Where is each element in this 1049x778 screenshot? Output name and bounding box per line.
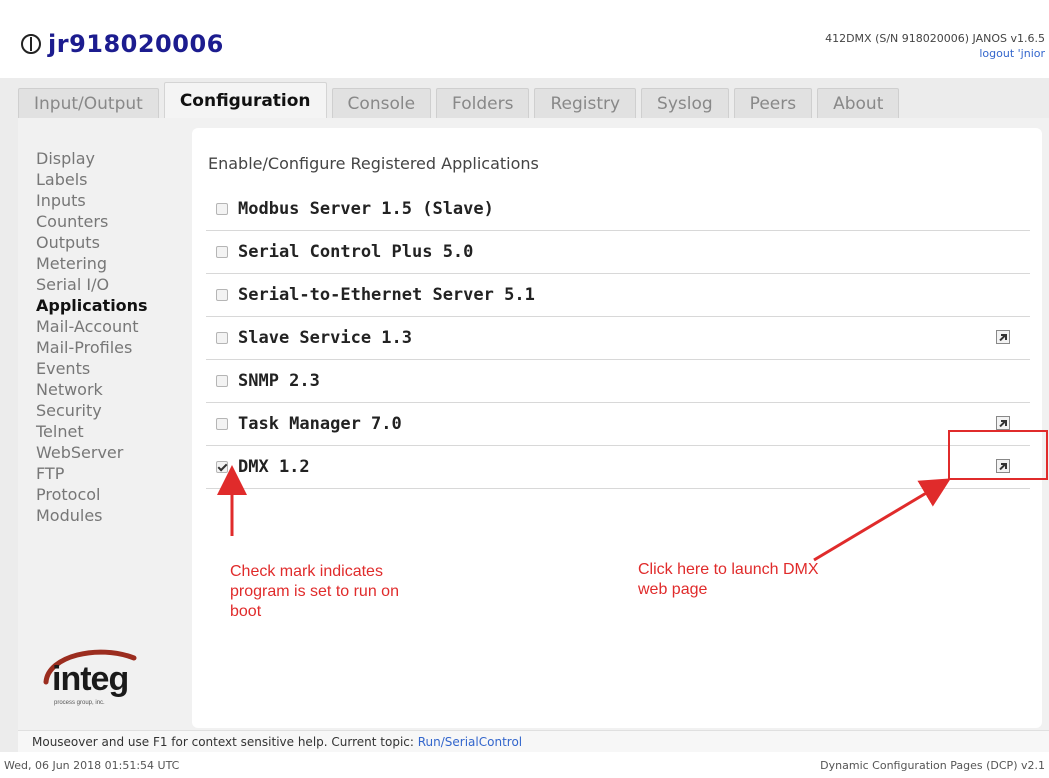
sidebar-item-protocol[interactable]: Protocol — [36, 484, 186, 505]
launch-highlight-box — [948, 430, 1048, 480]
sidebar-item-mail-account[interactable]: Mail-Account — [36, 316, 186, 337]
launch-icon[interactable] — [996, 330, 1010, 344]
sidebar-item-counters[interactable]: Counters — [36, 211, 186, 232]
footer-datetime: Wed, 06 Jun 2018 01:51:54 UTC — [4, 759, 180, 772]
run-on-boot-checkbox[interactable] — [216, 203, 228, 215]
sidebar-item-network[interactable]: Network — [36, 379, 186, 400]
sidebar-item-ftp[interactable]: FTP — [36, 463, 186, 484]
svg-text:integ: integ — [52, 660, 128, 698]
launch-icon[interactable] — [996, 416, 1010, 430]
page-title: Enable/Configure Registered Applications — [208, 154, 539, 173]
help-topic-link[interactable]: Run/SerialControl — [418, 735, 522, 749]
tab-about[interactable]: About — [817, 88, 900, 118]
sidebar-item-labels[interactable]: Labels — [36, 169, 186, 190]
sidebar-item-events[interactable]: Events — [36, 358, 186, 379]
host-title: jr918020006 — [20, 30, 224, 58]
arrow-diagonal-icon — [813, 478, 951, 562]
sidebar-item-inputs[interactable]: Inputs — [36, 190, 186, 211]
tab-bar: Input/Output Configuration Console Folde… — [18, 82, 904, 118]
sidebar: Display Labels Inputs Counters Outputs M… — [36, 148, 186, 526]
logout-link[interactable]: logout 'jnior — [825, 47, 1045, 60]
app-row-dmx: DMX 1.2 — [206, 446, 1030, 489]
footer-version: Dynamic Configuration Pages (DCP) v2.1 — [820, 759, 1045, 772]
sidebar-item-telnet[interactable]: Telnet — [36, 421, 186, 442]
sidebar-item-security[interactable]: Security — [36, 400, 186, 421]
app-row-serial-control-plus: Serial Control Plus 5.0 — [206, 231, 1030, 274]
page-background: jr918020006 412DMX (S/N 918020006) JANOS… — [0, 0, 1049, 778]
run-on-boot-checkbox[interactable] — [216, 418, 228, 430]
sidebar-item-applications[interactable]: Applications — [36, 295, 186, 316]
app-name: SNMP 2.3 — [238, 371, 320, 391]
svg-text:process group, inc.: process group, inc. — [54, 700, 105, 706]
run-on-boot-checkbox[interactable] — [216, 375, 228, 387]
tab-configuration[interactable]: Configuration — [163, 82, 327, 118]
help-status-bar: Mouseover and use F1 for context sensiti… — [18, 730, 1049, 752]
app-row-snmp: SNMP 2.3 — [206, 360, 1030, 403]
run-on-boot-checkbox[interactable] — [216, 246, 228, 258]
sidebar-item-webserver[interactable]: WebServer — [36, 442, 186, 463]
integ-logo: integ process group, inc. — [38, 638, 148, 710]
applications-content: Enable/Configure Registered Applications… — [192, 128, 1048, 728]
tab-folders[interactable]: Folders — [436, 88, 530, 118]
app-row-serial-to-ethernet: Serial-to-Ethernet Server 5.1 — [206, 274, 1030, 317]
sidebar-item-outputs[interactable]: Outputs — [36, 232, 186, 253]
applications-list: Modbus Server 1.5 (Slave) Serial Control… — [206, 188, 1030, 489]
tab-registry[interactable]: Registry — [534, 88, 637, 118]
sidebar-item-modules[interactable]: Modules — [36, 505, 186, 526]
tab-syslog[interactable]: Syslog — [641, 88, 729, 118]
system-info: 412DMX (S/N 918020006) JANOS v1.6.5 logo… — [825, 32, 1045, 60]
footer: Wed, 06 Jun 2018 01:51:54 UTC Dynamic Co… — [0, 752, 1049, 778]
app-row-task-manager: Task Manager 7.0 — [206, 403, 1030, 446]
app-row-slave-service: Slave Service 1.3 — [206, 317, 1030, 360]
app-name: Serial Control Plus 5.0 — [238, 242, 474, 262]
sidebar-item-metering[interactable]: Metering — [36, 253, 186, 274]
configuration-panel: Display Labels Inputs Counters Outputs M… — [18, 118, 1049, 730]
app-row-modbus: Modbus Server 1.5 (Slave) — [206, 188, 1030, 231]
app-name: Slave Service 1.3 — [238, 328, 412, 348]
app-name: Task Manager 7.0 — [238, 414, 402, 434]
app-name: Modbus Server 1.5 (Slave) — [238, 199, 494, 219]
run-on-boot-checkbox[interactable] — [216, 289, 228, 301]
system-info-text: 412DMX (S/N 918020006) JANOS v1.6.5 — [825, 32, 1045, 45]
launch-annotation: Click here to launch DMX web page — [638, 561, 819, 598]
sidebar-item-mail-profiles[interactable]: Mail-Profiles — [36, 337, 186, 358]
hostname: jr918020006 — [48, 30, 224, 58]
app-name: DMX 1.2 — [238, 457, 310, 477]
sidebar-item-display[interactable]: Display — [36, 148, 186, 169]
app-name: Serial-to-Ethernet Server 5.1 — [238, 285, 535, 305]
help-text: Mouseover and use F1 for context sensiti… — [32, 735, 418, 749]
tab-console[interactable]: Console — [331, 88, 432, 118]
tab-input-output[interactable]: Input/Output — [18, 88, 159, 118]
checkmark-annotation: Check mark indicates program is set to r… — [230, 563, 399, 620]
sidebar-item-serial-io[interactable]: Serial I/O — [36, 274, 186, 295]
run-on-boot-checkbox[interactable] — [216, 332, 228, 344]
tab-peers[interactable]: Peers — [733, 88, 813, 118]
header-bar: jr918020006 412DMX (S/N 918020006) JANOS… — [0, 0, 1049, 78]
info-icon — [20, 33, 42, 55]
run-on-boot-checkbox[interactable] — [216, 461, 228, 473]
